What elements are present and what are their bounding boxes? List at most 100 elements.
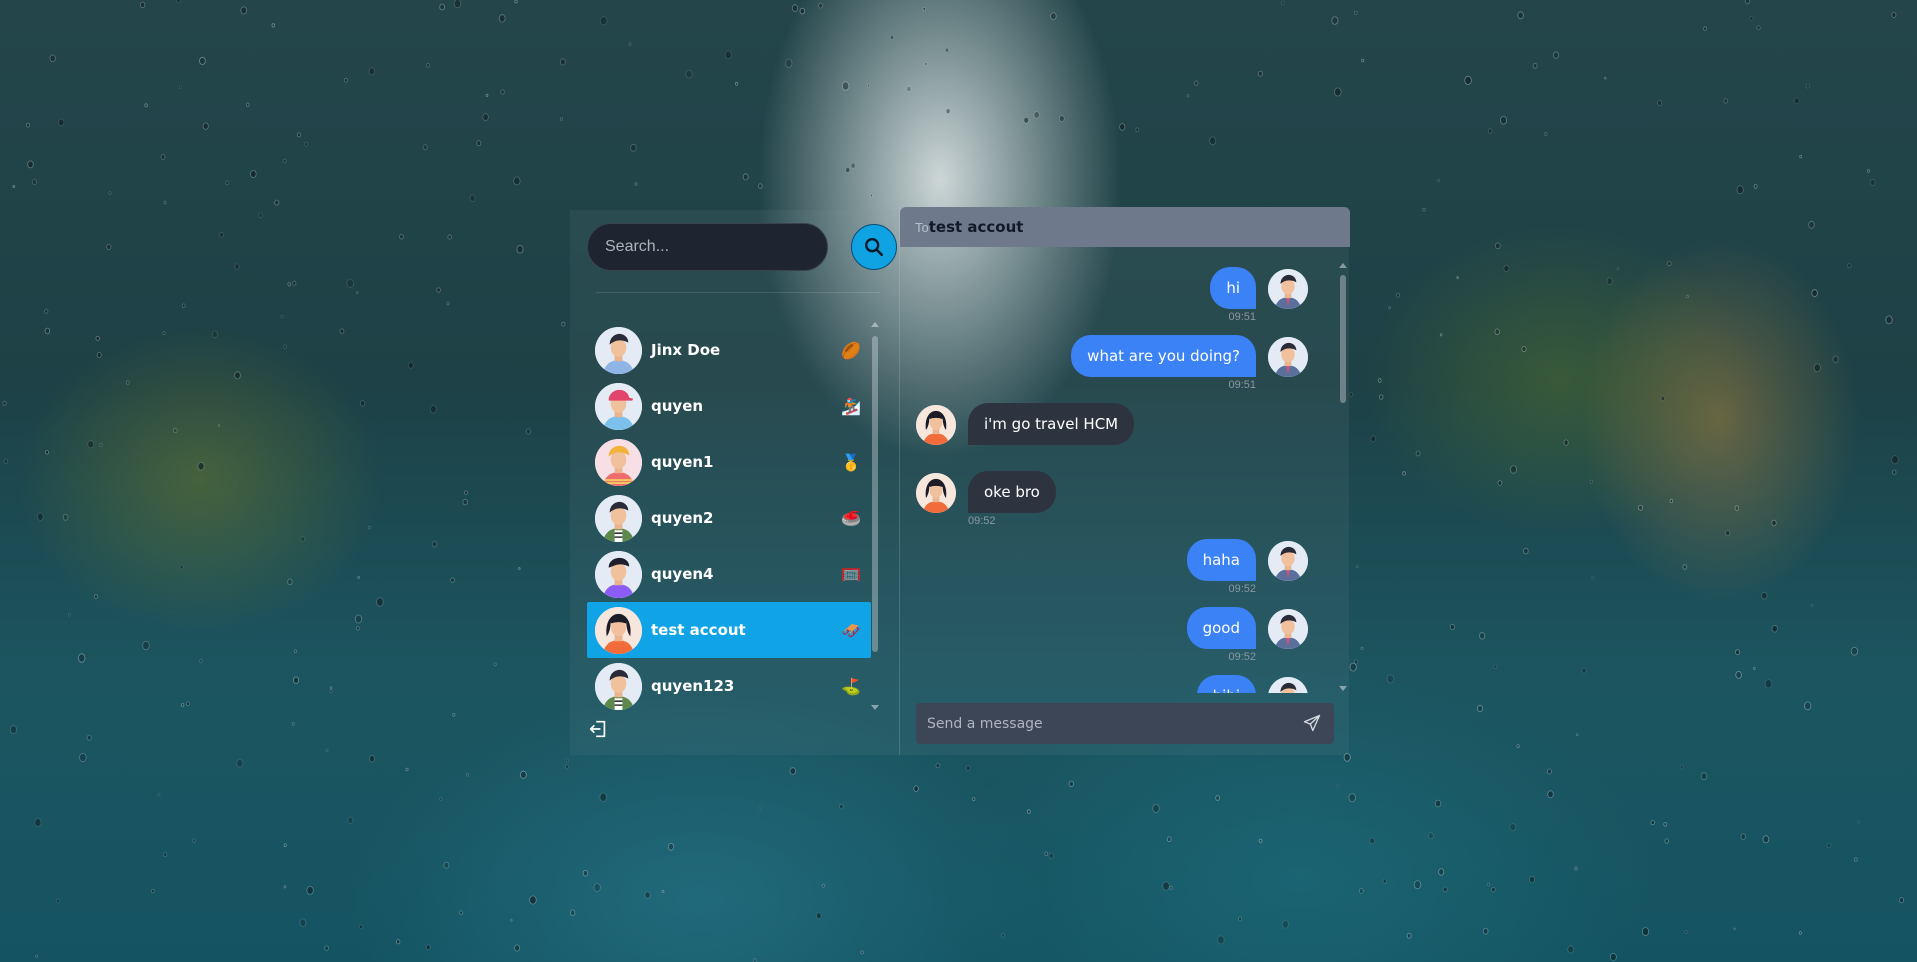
contact-item-quyen123[interactable]: quyen123 ⛳ [587, 658, 871, 714]
raindrop [816, 912, 822, 920]
raindrop [1771, 519, 1777, 527]
avatar [595, 438, 642, 486]
raindrop [1068, 780, 1074, 788]
raindrop [560, 117, 564, 121]
scroll-thumb[interactable] [872, 336, 878, 652]
scroll-thumb[interactable] [1340, 275, 1346, 403]
chat-panel: To test accout hi 09:51 what are you doi… [899, 207, 1350, 755]
logout-icon [589, 720, 606, 738]
message-bubble: oke bro [968, 471, 1056, 513]
raindrop [1487, 882, 1490, 887]
search-input[interactable] [587, 223, 828, 271]
raindrop [1464, 75, 1472, 85]
raindrop [354, 614, 363, 624]
raindrop [1152, 803, 1160, 813]
message-bubble: i'm go travel HCM [968, 403, 1135, 445]
raindrop [742, 173, 749, 181]
logout-button[interactable] [587, 718, 611, 742]
raindrop [1854, 857, 1858, 862]
raindrop [1282, 920, 1289, 929]
raindrop [160, 153, 166, 160]
contact-list-scrollbar[interactable] [870, 322, 880, 710]
contact-item-quyen[interactable]: quyen 🏂 [587, 378, 871, 434]
search-button[interactable] [851, 224, 897, 270]
raindrop [304, 141, 309, 147]
raindrop [1808, 220, 1815, 229]
raindrop [1771, 624, 1778, 633]
raindrop [95, 335, 100, 341]
gold-medal-icon: 🥇 [841, 452, 861, 472]
goal-net-icon: 🥅 [841, 564, 861, 584]
raindrop [106, 243, 112, 250]
raindrop [282, 158, 287, 164]
avatar [916, 405, 956, 445]
raindrop [1682, 564, 1688, 570]
contact-item-quyen2[interactable]: quyen2 🥌 [587, 490, 871, 546]
raindrop [291, 721, 295, 726]
raindrop [890, 35, 894, 40]
message-list: hi 09:51 what are you doing? 09:51 i'm g… [900, 261, 1340, 693]
raindrop [339, 328, 345, 334]
scroll-up-arrow[interactable] [871, 322, 879, 327]
raindrop [1258, 838, 1263, 843]
raindrop [77, 653, 86, 663]
raindrop [1370, 435, 1376, 443]
raindrop [1193, 80, 1199, 86]
raindrop [516, 244, 524, 254]
raindrop [1377, 378, 1382, 383]
contact-item-test-accout[interactable]: test accout 🛷 [587, 602, 871, 658]
raindrop [181, 303, 186, 309]
raindrop [1753, 666, 1756, 670]
raindrop [1733, 927, 1736, 931]
raindrop [197, 461, 205, 471]
send-button[interactable] [1302, 713, 1324, 735]
raindrop [1033, 111, 1040, 119]
raindrop [1650, 820, 1655, 826]
scroll-down-arrow[interactable] [1339, 686, 1347, 691]
raindrop [1402, 471, 1406, 476]
raindrop [1638, 504, 1644, 511]
raindrop [1281, 0, 1285, 5]
raindrop [429, 405, 437, 414]
raindrop [1415, 450, 1421, 457]
message-input[interactable] [916, 703, 1296, 744]
raindrop [1684, 930, 1688, 934]
raindrop [396, 939, 401, 945]
message-item: what are you doing? 09:51 [900, 329, 1340, 391]
avatar [595, 494, 642, 542]
raindrop [44, 327, 51, 335]
raindrop [287, 282, 291, 287]
raindrop [1500, 116, 1508, 125]
raindrop [1027, 809, 1031, 814]
raindrop [1521, 345, 1527, 352]
raindrop [1503, 264, 1510, 272]
raindrop [325, 748, 329, 752]
raindrop [1059, 115, 1065, 122]
raindrop [446, 301, 450, 306]
raindrop [67, 612, 71, 617]
raindrop [482, 113, 489, 121]
scroll-down-arrow[interactable] [871, 705, 879, 710]
raindrop [258, 212, 264, 219]
avatar [595, 550, 642, 598]
raindrop [176, 0, 181, 4]
contact-item-quyen4[interactable]: quyen4 🥅 [587, 546, 871, 602]
contact-item-quyen1[interactable]: quyen1 🥇 [587, 434, 871, 490]
raindrop [1354, 659, 1359, 665]
raindrop [306, 886, 314, 895]
raindrop [1866, 169, 1870, 173]
message-bubble: good [1186, 607, 1256, 649]
contact-item-jinx-doe[interactable]: Jinx Doe 🏉 [587, 322, 871, 378]
raindrop [789, 767, 796, 775]
raindrop [1735, 671, 1742, 679]
curling-stone-icon: 🥌 [841, 508, 861, 528]
raindrop [1162, 881, 1170, 891]
raindrop [1749, 16, 1754, 21]
raindrop [211, 330, 218, 338]
raindrop [1493, 664, 1498, 669]
message-time: 09:51 [1228, 379, 1256, 391]
message-list-scrollbar[interactable] [1338, 259, 1348, 691]
raindrop [818, 2, 823, 9]
message-time: 09:52 [1228, 651, 1256, 663]
scroll-up-arrow[interactable] [1339, 263, 1347, 268]
